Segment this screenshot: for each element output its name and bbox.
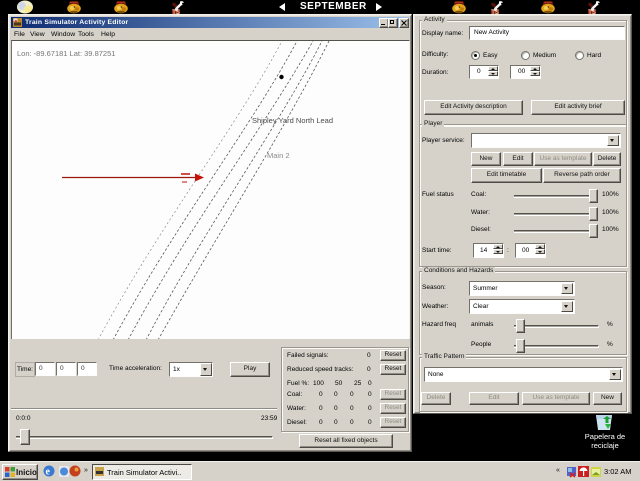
svg-text:Lon: -89.67181 Lat: 39.8725: Lon: -89.67181 Lat: 39.87251 — [17, 49, 115, 58]
svg-text:Main 2: Main 2 — [267, 151, 290, 160]
svg-text:Shipley Yard North Lead: Shipley Yard North Lead — [252, 116, 333, 125]
svg-text:e: e — [46, 467, 51, 478]
